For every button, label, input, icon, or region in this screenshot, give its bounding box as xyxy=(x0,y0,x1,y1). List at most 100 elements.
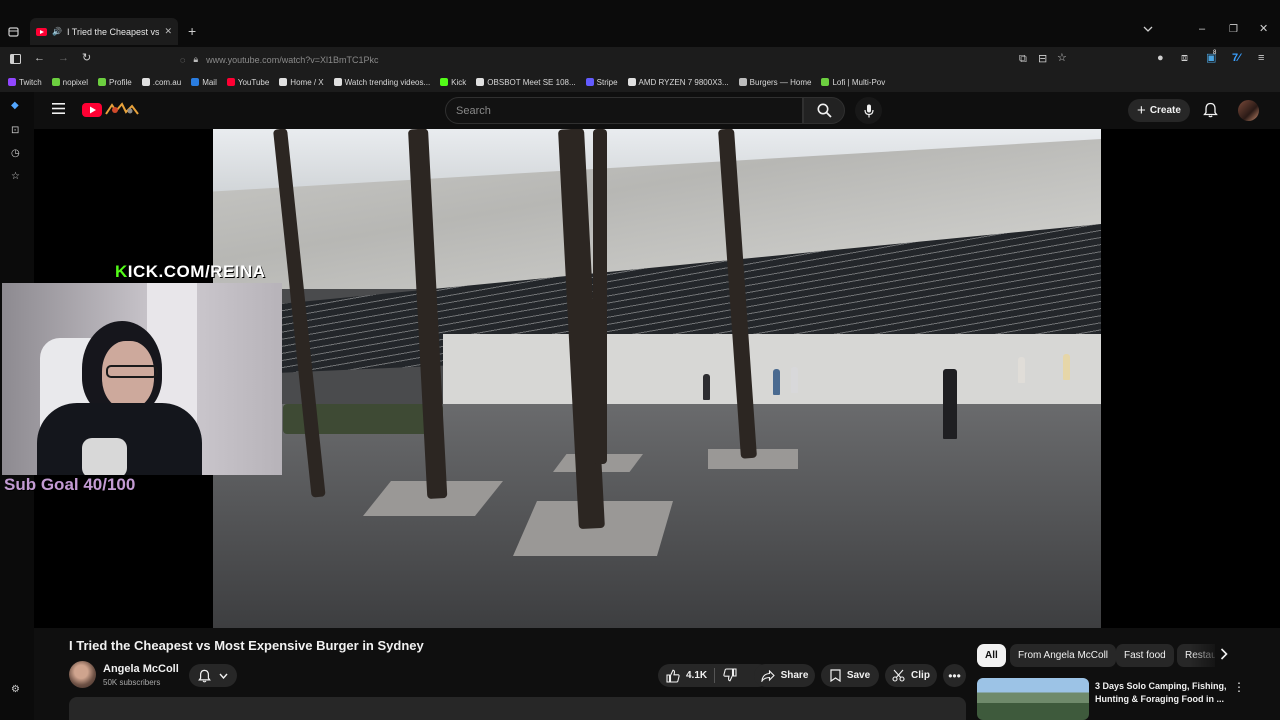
bookmark-item[interactable]: Kick xyxy=(440,78,466,87)
chip-all[interactable]: All xyxy=(977,644,1006,667)
favorites-icon[interactable]: ☆ xyxy=(11,171,20,182)
bookmark-label: Burgers — Home xyxy=(749,77,812,87)
kick-url-text: ICK.COM/REINA xyxy=(127,262,266,281)
bookmark-label: AMD RYZEN 7 9800X3... xyxy=(638,77,729,87)
pedestrian xyxy=(703,374,710,400)
like-button[interactable]: 4.1K xyxy=(666,669,707,683)
speaker-icon[interactable]: 🔊 xyxy=(52,27,62,36)
video-player[interactable] xyxy=(213,129,1101,628)
microphone-icon xyxy=(863,104,874,118)
notifications-bell-icon[interactable] xyxy=(1203,102,1218,118)
bookmark-item[interactable]: Watch trending videos... xyxy=(333,78,430,87)
reload-button[interactable]: ↻ xyxy=(82,53,91,64)
sub-goal-overlay: Sub Goal 40/100 xyxy=(4,475,136,494)
restore-window-button[interactable]: ❐ xyxy=(1229,25,1238,35)
new-tab-button[interactable]: + xyxy=(188,24,196,38)
chevron-right-icon[interactable] xyxy=(1220,648,1228,660)
account-avatar[interactable] xyxy=(1238,100,1259,121)
account-icon[interactable]: ● xyxy=(1157,53,1164,64)
kick-icon xyxy=(440,78,449,86)
settings-gear-icon[interactable]: ⚙ xyxy=(11,684,20,695)
subscriber-count: 50K subscribers xyxy=(103,678,161,687)
close-window-button[interactable]: ✕ xyxy=(1259,24,1268,35)
clip-button[interactable]: Clip xyxy=(885,664,937,687)
bookmark-item[interactable]: AMD RYZEN 7 9800X3... xyxy=(627,77,729,87)
collections-icon[interactable]: ⊡ xyxy=(11,125,19,136)
bookmark-item[interactable]: Mail xyxy=(191,78,217,87)
more-actions-button[interactable]: ••• xyxy=(943,664,966,687)
bookmark-star-icon[interactable]: ☆ xyxy=(1057,53,1067,64)
share-button[interactable]: Share xyxy=(754,664,815,687)
bookmark-item[interactable]: OBSBOT Meet SE 108... xyxy=(476,77,576,87)
extensions-puzzle-icon[interactable]: ⧈ xyxy=(1181,53,1188,64)
like-divider xyxy=(714,668,715,683)
pedestrian xyxy=(773,369,780,395)
reader-mode-icon[interactable]: ⊟ xyxy=(1038,54,1047,65)
search-button[interactable] xyxy=(803,97,845,124)
bookmark-item[interactable]: Home / X xyxy=(279,78,324,87)
stripe-icon xyxy=(585,78,594,86)
address-bar[interactable]: ◌ 🔒︎ www.youtube.com/watch?v=Xl1BmTC1Pkc xyxy=(180,50,1080,69)
bookmark-item[interactable]: YouTube xyxy=(226,78,269,87)
bookmark-label: OBSBOT Meet SE 108... xyxy=(487,77,576,87)
save-label: Save xyxy=(846,670,871,681)
save-button[interactable]: Save xyxy=(821,664,879,687)
tab-youtube-video[interactable]: 🔊 I Tried the Cheapest vs Most Expensive… xyxy=(30,18,178,45)
create-button[interactable]: + Create xyxy=(1128,99,1190,122)
site-lock-icon[interactable]: 🔒︎ xyxy=(193,54,198,65)
dislike-button[interactable] xyxy=(723,668,737,682)
bookmark-label: Stripe xyxy=(596,77,618,87)
bookmark-item[interactable]: Twitch xyxy=(8,78,42,87)
hamburger-menu-icon[interactable] xyxy=(52,103,65,114)
kick-k-letter: K xyxy=(115,262,128,281)
voice-search-button[interactable] xyxy=(855,97,882,124)
bookmark-label: .com.au xyxy=(152,77,182,87)
clip-label: Clip xyxy=(911,670,930,681)
chip-from-channel[interactable]: From Angela McColl xyxy=(1010,644,1117,667)
lofi-icon xyxy=(821,78,830,86)
youtube-logo-icon[interactable] xyxy=(82,102,142,118)
tab-actions-icon[interactable] xyxy=(8,26,19,37)
subscription-notifications-button[interactable] xyxy=(189,664,237,687)
copilot-icon[interactable]: ◆ xyxy=(11,100,19,111)
recommended-video-thumbnail[interactable] xyxy=(977,678,1089,720)
bookmark-item[interactable]: nopixel xyxy=(51,78,88,87)
bookmark-item[interactable]: .com.au xyxy=(141,77,182,87)
sidebar-toggle-icon[interactable] xyxy=(10,54,21,64)
pedestrian xyxy=(1018,357,1025,383)
back-button[interactable]: ← xyxy=(34,53,45,64)
tracking-shield-icon[interactable]: ◌ xyxy=(180,55,185,65)
url-text[interactable]: www.youtube.com/watch?v=Xl1BmTC1Pkc xyxy=(206,55,378,65)
search-input[interactable]: Search xyxy=(445,97,803,124)
translate-extension-icon[interactable]: 7⁄ xyxy=(1232,53,1240,64)
minimize-window-button[interactable]: – xyxy=(1199,24,1205,35)
bookmark-item[interactable]: Profile xyxy=(98,78,132,87)
install-app-icon[interactable]: ⧉ xyxy=(1019,54,1027,65)
webcam-microphone xyxy=(82,438,127,475)
tab-title: I Tried the Cheapest vs Most Expensive B… xyxy=(66,26,160,37)
channel-avatar[interactable] xyxy=(69,661,96,688)
close-tab-icon[interactable]: ✕ xyxy=(164,26,172,37)
bookmark-item[interactable]: Stripe xyxy=(585,77,618,87)
tab-list-chevron-icon[interactable] xyxy=(1143,25,1153,33)
plus-icon: + xyxy=(1137,102,1146,119)
bookmark-item[interactable]: Burgers — Home xyxy=(738,77,812,87)
more-vertical-icon[interactable]: ⋮ xyxy=(1233,680,1245,694)
browser-menu-icon[interactable]: ≡ xyxy=(1258,53,1264,64)
description-box[interactable] xyxy=(69,697,966,720)
bookmark-item[interactable]: Lofi | Multi-Pov xyxy=(821,78,885,87)
chip-fast-food[interactable]: Fast food xyxy=(1116,644,1174,667)
channel-name[interactable]: Angela McColl xyxy=(103,663,179,675)
recommended-video-title[interactable]: 3 Days Solo Camping, Fishing, Hunting & … xyxy=(1095,680,1230,706)
tiktok-icon xyxy=(333,78,342,86)
globe-icon xyxy=(738,78,747,86)
forward-button[interactable]: → xyxy=(58,53,69,64)
video-title: I Tried the Cheapest vs Most Expensive B… xyxy=(69,638,424,653)
streamer-webcam xyxy=(2,283,282,475)
history-icon[interactable]: ◷ xyxy=(11,148,20,159)
share-label: Share xyxy=(780,670,809,681)
bookmark-label: Lofi | Multi-Pov xyxy=(832,77,886,87)
video-scene-lower-wall xyxy=(443,334,1101,414)
nopixel-icon xyxy=(51,78,60,86)
amazon-icon xyxy=(627,78,636,86)
